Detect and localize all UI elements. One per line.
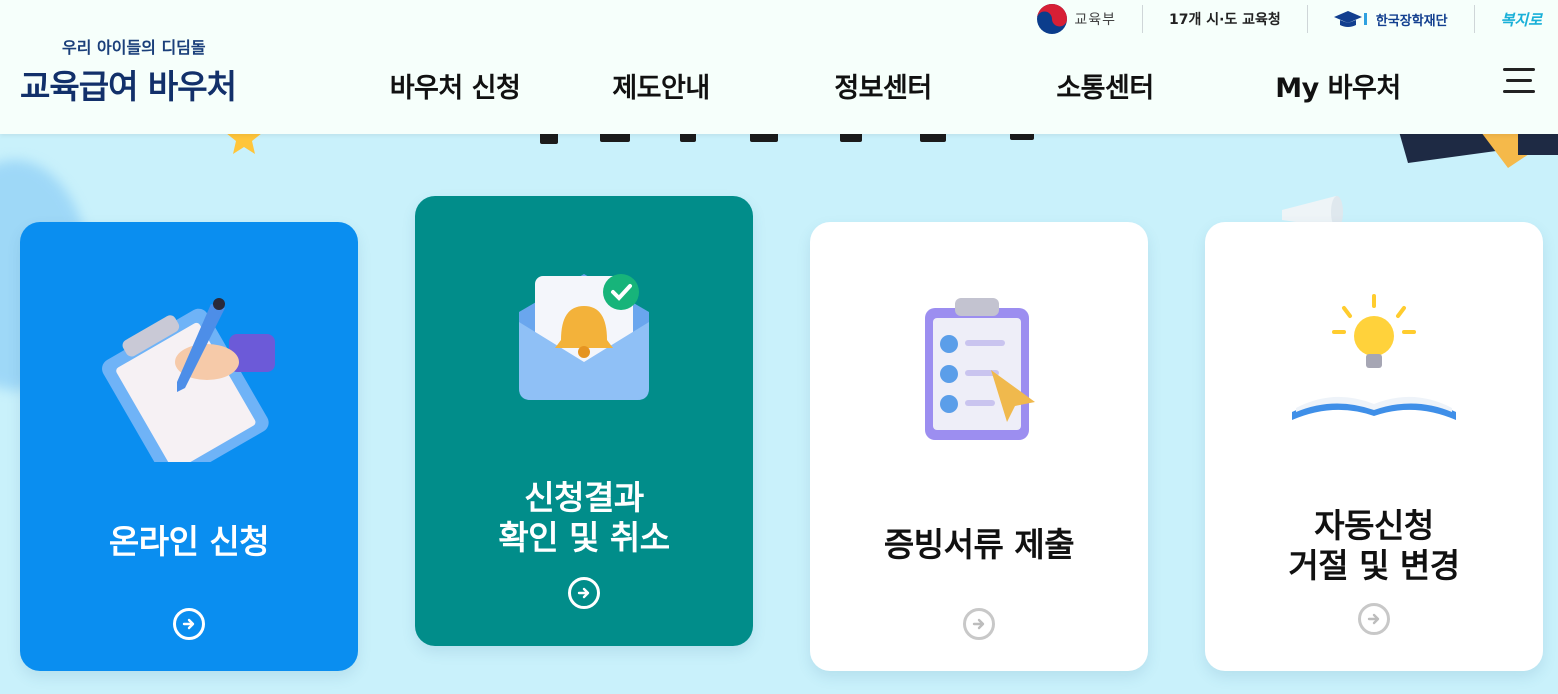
menu-icon[interactable] — [1503, 68, 1535, 96]
utility-links: 교육부 17개 시·도 교육청 한국장학재단 복지로 — [1010, 0, 1542, 38]
arrow-right-icon[interactable] — [1358, 603, 1390, 635]
kosaf-link[interactable]: 한국장학재단 — [1306, 5, 1474, 33]
card-auto-apply-change[interactable]: 자동신청 거절 및 변경 — [1205, 222, 1543, 671]
nav-info-center[interactable]: 정보센터 — [834, 66, 932, 105]
moe-link[interactable]: 교육부 — [1010, 4, 1142, 34]
arrow-right-icon[interactable] — [568, 577, 600, 609]
moe-link-label: 교육부 — [1074, 12, 1116, 28]
kosaf-link-label: 한국장학재단 — [1375, 13, 1448, 29]
bokjiro-link-label: 복지로 — [1500, 10, 1542, 29]
city-education-office-link[interactable]: 17개 시·도 교육청 — [1141, 5, 1307, 33]
kosaf-logo-icon — [1333, 11, 1367, 27]
nav-voucher-apply[interactable]: 바우처 신청 — [390, 66, 521, 105]
bokjiro-link[interactable]: 복지로 — [1473, 5, 1542, 33]
logo-tagline: 우리 아이들의 디딤돌 — [62, 38, 206, 57]
nav-program-guide[interactable]: 제도안내 — [612, 66, 710, 105]
card-label: 온라인 신청 — [108, 522, 270, 561]
book-lightbulb-icon — [1292, 294, 1456, 420]
card-online-apply[interactable]: 온라인 신청 — [20, 222, 358, 671]
nav-my-voucher[interactable]: My 바우처 — [1275, 66, 1401, 105]
taegeuk-icon — [1037, 4, 1068, 34]
checklist-clipboard-icon — [925, 298, 1035, 440]
card-label: 자동신청 거절 및 변경 — [1288, 506, 1460, 585]
nav-communication-center[interactable]: 소통센터 — [1056, 66, 1154, 105]
card-submit-documents[interactable]: 증빙서류 제출 — [810, 222, 1148, 671]
arrow-right-icon[interactable] — [963, 608, 995, 640]
envelope-bell-icon — [519, 274, 649, 400]
card-check-cancel-result[interactable]: 신청결과 확인 및 취소 — [415, 196, 753, 646]
clipboard-pen-icon — [102, 298, 275, 462]
city-link-label: 17개 시·도 교육청 — [1168, 12, 1281, 28]
main-navigation: 바우처 신청 제도안내 정보센터 소통센터 My 바우처 — [0, 66, 1558, 108]
arrow-right-icon[interactable] — [173, 608, 205, 640]
card-label: 신청결과 확인 및 취소 — [498, 478, 670, 557]
card-label: 증빙서류 제출 — [883, 525, 1075, 564]
site-header: 교육부 17개 시·도 교육청 한국장학재단 복지로 우리 아이들의 디딤돌 교… — [0, 0, 1558, 134]
